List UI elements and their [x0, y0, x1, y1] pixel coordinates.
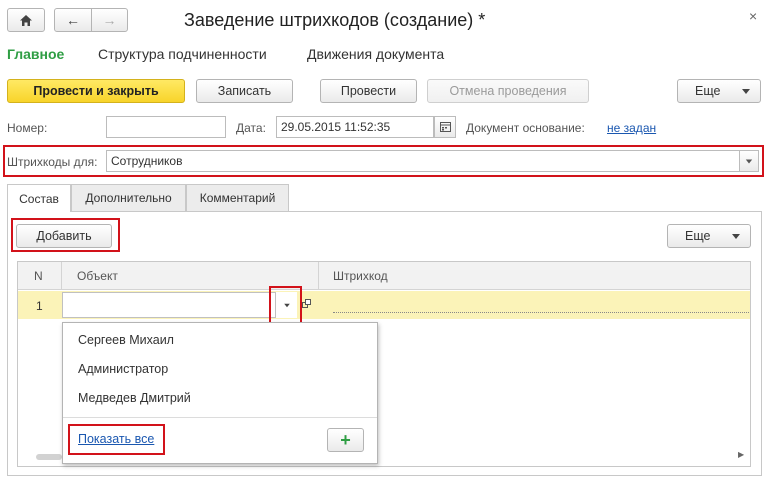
horizontal-scrollbar[interactable] [36, 454, 62, 460]
basis-label: Документ основание: [466, 121, 585, 135]
arrow-left-icon: ← [66, 12, 80, 28]
highlight-barcodes-for [3, 145, 764, 177]
back-button[interactable]: ← [54, 8, 92, 32]
tab-comment[interactable]: Комментарий [186, 184, 289, 211]
number-label: Номер: [7, 121, 48, 135]
nav-tab-structure[interactable]: Структура подчиненности [98, 46, 267, 62]
post-and-close-button[interactable]: Провести и закрыть [7, 79, 185, 103]
date-field[interactable]: 29.05.2015 11:52:35 [276, 116, 434, 138]
number-field[interactable] [106, 116, 226, 138]
more-label: Еще [695, 84, 721, 98]
add-new-item-button[interactable]: + [327, 428, 364, 452]
open-object-icon[interactable] [302, 298, 312, 308]
nav-tab-main[interactable]: Главное [7, 46, 64, 62]
calendar-icon [439, 122, 451, 132]
plus-icon: + [340, 430, 351, 450]
highlight-show-all [68, 424, 165, 455]
cancel-posting-button[interactable]: Отмена проведения [427, 79, 589, 103]
table-more-label: Еще [685, 229, 711, 243]
object-cell-input[interactable] [62, 292, 280, 318]
forward-button[interactable]: → [91, 8, 128, 32]
table-more-button[interactable]: Еще [667, 224, 751, 248]
calendar-button[interactable] [434, 116, 456, 138]
dropdown-divider [63, 417, 377, 418]
dropdown-item[interactable]: Сергеев Михаил [78, 333, 174, 347]
close-icon[interactable]: × [749, 8, 757, 24]
tab-additional[interactable]: Дополнительно [71, 184, 186, 211]
basis-link[interactable]: не задан [607, 121, 656, 135]
barcode-cell[interactable] [333, 312, 749, 313]
write-button[interactable]: Записать [196, 79, 293, 103]
arrow-right-icon: → [102, 12, 117, 28]
home-icon [20, 14, 32, 26]
dropdown-item[interactable]: Медведев Дмитрий [78, 391, 191, 405]
page-title: Заведение штрихкодов (создание) * [184, 10, 486, 30]
post-button[interactable]: Провести [320, 79, 417, 103]
dropdown-item[interactable]: Администратор [78, 362, 168, 376]
column-header-n: N [34, 269, 43, 283]
chevron-down-icon [732, 234, 740, 239]
nav-tab-movements[interactable]: Движения документа [307, 46, 444, 62]
column-header-barcode: Штрихкод [333, 269, 388, 283]
highlight-add-button [11, 218, 120, 252]
date-label: Дата: [236, 121, 266, 135]
row-number: 1 [36, 299, 43, 313]
column-header-object: Объект [77, 269, 118, 283]
home-button[interactable] [7, 8, 45, 32]
scroll-right-icon[interactable]: ▶ [738, 450, 744, 459]
column-divider [61, 262, 62, 290]
column-divider [318, 262, 319, 290]
chevron-down-icon [742, 89, 750, 94]
more-button[interactable]: Еще [677, 79, 761, 103]
tab-composition[interactable]: Состав [7, 184, 71, 212]
